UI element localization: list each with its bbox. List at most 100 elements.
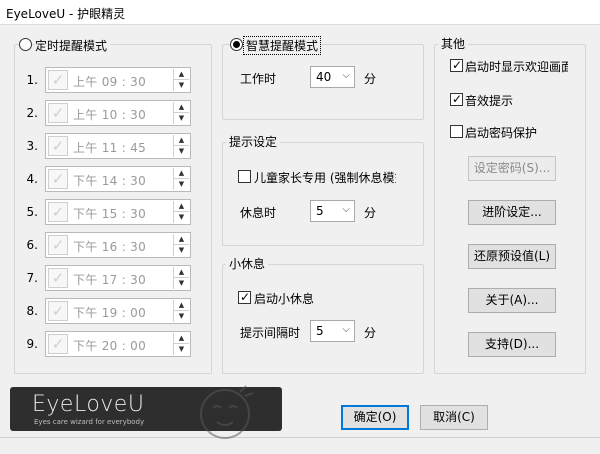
time-enable-checkbox[interactable]: ✓ xyxy=(48,70,68,90)
title-bar: EyeLoveU - 护眼精灵 xyxy=(0,0,600,25)
show-welcome-checkbox[interactable] xyxy=(450,57,463,73)
time-picker[interactable]: ✓ 下午 20 : 00 ▲ ▼ xyxy=(45,331,191,357)
time-enable-checkbox[interactable]: ✓ xyxy=(48,202,68,222)
time-picker[interactable]: ✓ 下午 14 : 30 ▲ ▼ xyxy=(45,166,191,192)
time-value: 下午 16 : 30 xyxy=(73,240,147,254)
set-password-button[interactable]: 设定密码(S)... xyxy=(468,156,556,181)
time-enable-checkbox[interactable]: ✓ xyxy=(48,301,68,321)
spin-up-icon[interactable]: ▲ xyxy=(174,69,189,80)
time-spinner[interactable]: ▲ ▼ xyxy=(173,267,189,289)
time-enable-checkbox[interactable]: ✓ xyxy=(48,235,68,255)
spin-up-icon[interactable]: ▲ xyxy=(174,333,189,344)
time-spinner[interactable]: ▲ ▼ xyxy=(173,102,189,124)
mini-break-enable-label[interactable]: 启动小休息 xyxy=(254,290,314,307)
interval-value: 5 xyxy=(316,324,324,338)
show-welcome-label[interactable]: 启动时显示欢迎画面 xyxy=(465,58,568,75)
spin-up-icon[interactable]: ▲ xyxy=(174,300,189,311)
timer-mode-label[interactable]: 定时提醒模式 xyxy=(35,37,111,54)
time-enable-checkbox[interactable]: ✓ xyxy=(48,103,68,123)
spin-up-icon[interactable]: ▲ xyxy=(174,102,189,113)
sound-checkbox[interactable] xyxy=(450,91,463,107)
parent-mode-checkbox[interactable] xyxy=(238,170,251,183)
password-checkbox[interactable] xyxy=(450,125,463,138)
time-spinner[interactable]: ▲ ▼ xyxy=(173,168,189,190)
chevron-down-icon: ⌵ xyxy=(342,70,350,81)
rest-time-value: 5 xyxy=(316,204,324,218)
sound-label[interactable]: 音效提示 xyxy=(465,92,513,109)
mini-break-group xyxy=(222,264,424,374)
row-index: 4. xyxy=(26,172,38,186)
time-value: 上午 10 : 30 xyxy=(73,108,147,122)
about-button[interactable]: 关于(A)... xyxy=(468,288,556,313)
spin-down-icon[interactable]: ▼ xyxy=(174,80,189,91)
mini-break-checkbox[interactable] xyxy=(238,289,251,305)
parent-mode-label[interactable]: 儿童家长专用 (强制休息模式 xyxy=(254,169,396,186)
spin-down-icon[interactable]: ▼ xyxy=(174,344,189,355)
time-enable-checkbox[interactable]: ✓ xyxy=(48,268,68,288)
ok-button[interactable]: 确定(O) xyxy=(341,405,409,430)
time-enable-checkbox[interactable]: ✓ xyxy=(48,169,68,189)
spin-down-icon[interactable]: ▼ xyxy=(174,146,189,157)
work-time-unit: 分 xyxy=(364,72,377,86)
time-enable-checkbox[interactable]: ✓ xyxy=(48,136,68,156)
logo-name: EyeLoveU xyxy=(32,392,145,417)
footer-divider xyxy=(0,437,600,438)
time-picker[interactable]: ✓ 下午 16 : 30 ▲ ▼ xyxy=(45,232,191,258)
rest-time-unit: 分 xyxy=(364,206,377,220)
row-index: 6. xyxy=(26,238,38,252)
spin-up-icon[interactable]: ▲ xyxy=(174,168,189,179)
cancel-button[interactable]: 取消(C) xyxy=(420,405,488,430)
advanced-settings-button[interactable]: 进阶设定... xyxy=(468,200,556,225)
time-value: 上午 11 : 45 xyxy=(73,141,147,155)
spin-down-icon[interactable]: ▼ xyxy=(174,179,189,190)
support-button[interactable]: 支持(D)... xyxy=(468,332,556,357)
time-picker[interactable]: ✓ 下午 19 : 00 ▲ ▼ xyxy=(45,298,191,324)
row-index: 7. xyxy=(26,271,38,285)
row-index: 9. xyxy=(26,337,38,351)
chevron-down-icon: ⌵ xyxy=(342,324,350,335)
time-spinner[interactable]: ▲ ▼ xyxy=(173,201,189,223)
time-spinner[interactable]: ▲ ▼ xyxy=(173,333,189,355)
spin-up-icon[interactable]: ▲ xyxy=(174,201,189,212)
smart-mode-radio[interactable] xyxy=(230,38,243,51)
time-spinner[interactable]: ▲ ▼ xyxy=(173,300,189,322)
time-value: 下午 20 : 00 xyxy=(73,339,147,353)
spin-down-icon[interactable]: ▼ xyxy=(174,212,189,223)
spin-down-icon[interactable]: ▼ xyxy=(174,245,189,256)
row-index: 5. xyxy=(26,205,38,219)
work-time-label: 工作时 xyxy=(240,72,277,86)
time-picker[interactable]: ✓ 下午 17 : 30 ▲ ▼ xyxy=(45,265,191,291)
mini-break-title: 小休息 xyxy=(226,255,269,272)
window-title: EyeLoveU - 护眼精灵 xyxy=(6,7,126,21)
time-spinner[interactable]: ▲ ▼ xyxy=(173,69,189,91)
time-picker[interactable]: ✓ 上午 11 : 45 ▲ ▼ xyxy=(45,133,191,159)
spin-down-icon[interactable]: ▼ xyxy=(174,278,189,289)
spin-up-icon[interactable]: ▲ xyxy=(174,267,189,278)
time-enable-checkbox[interactable]: ✓ xyxy=(48,334,68,354)
interval-unit: 分 xyxy=(364,326,377,340)
chevron-down-icon: ⌵ xyxy=(342,204,350,215)
time-picker[interactable]: ✓ 上午 10 : 30 ▲ ▼ xyxy=(45,100,191,126)
smart-mode-label[interactable]: 智慧提醒模式 xyxy=(243,36,322,55)
restore-defaults-button[interactable]: 还原预设值(L) xyxy=(468,244,556,269)
password-label[interactable]: 启动密码保护 xyxy=(465,124,537,141)
spin-up-icon[interactable]: ▲ xyxy=(174,234,189,245)
time-value: 上午 09 : 30 xyxy=(73,75,147,89)
hint-settings-group xyxy=(222,142,424,246)
row-index: 3. xyxy=(26,139,38,153)
rest-time-select[interactable]: 5 ⌵ xyxy=(310,200,355,222)
interval-select[interactable]: 5 ⌵ xyxy=(310,320,355,342)
time-picker[interactable]: ✓ 上午 09 : 30 ▲ ▼ xyxy=(45,67,191,93)
timer-mode-radio[interactable] xyxy=(19,38,32,51)
spin-down-icon[interactable]: ▼ xyxy=(174,311,189,322)
time-picker[interactable]: ✓ 下午 15 : 30 ▲ ▼ xyxy=(45,199,191,225)
time-spinner[interactable]: ▲ ▼ xyxy=(173,135,189,157)
work-time-select[interactable]: 40 ⌵ xyxy=(310,66,355,88)
time-spinner[interactable]: ▲ ▼ xyxy=(173,234,189,256)
time-value: 下午 15 : 30 xyxy=(73,207,147,221)
other-title: 其他 xyxy=(438,35,469,52)
interval-label: 提示间隔时 xyxy=(240,326,301,340)
spin-down-icon[interactable]: ▼ xyxy=(174,113,189,124)
hint-settings-title: 提示设定 xyxy=(226,133,281,150)
spin-up-icon[interactable]: ▲ xyxy=(174,135,189,146)
